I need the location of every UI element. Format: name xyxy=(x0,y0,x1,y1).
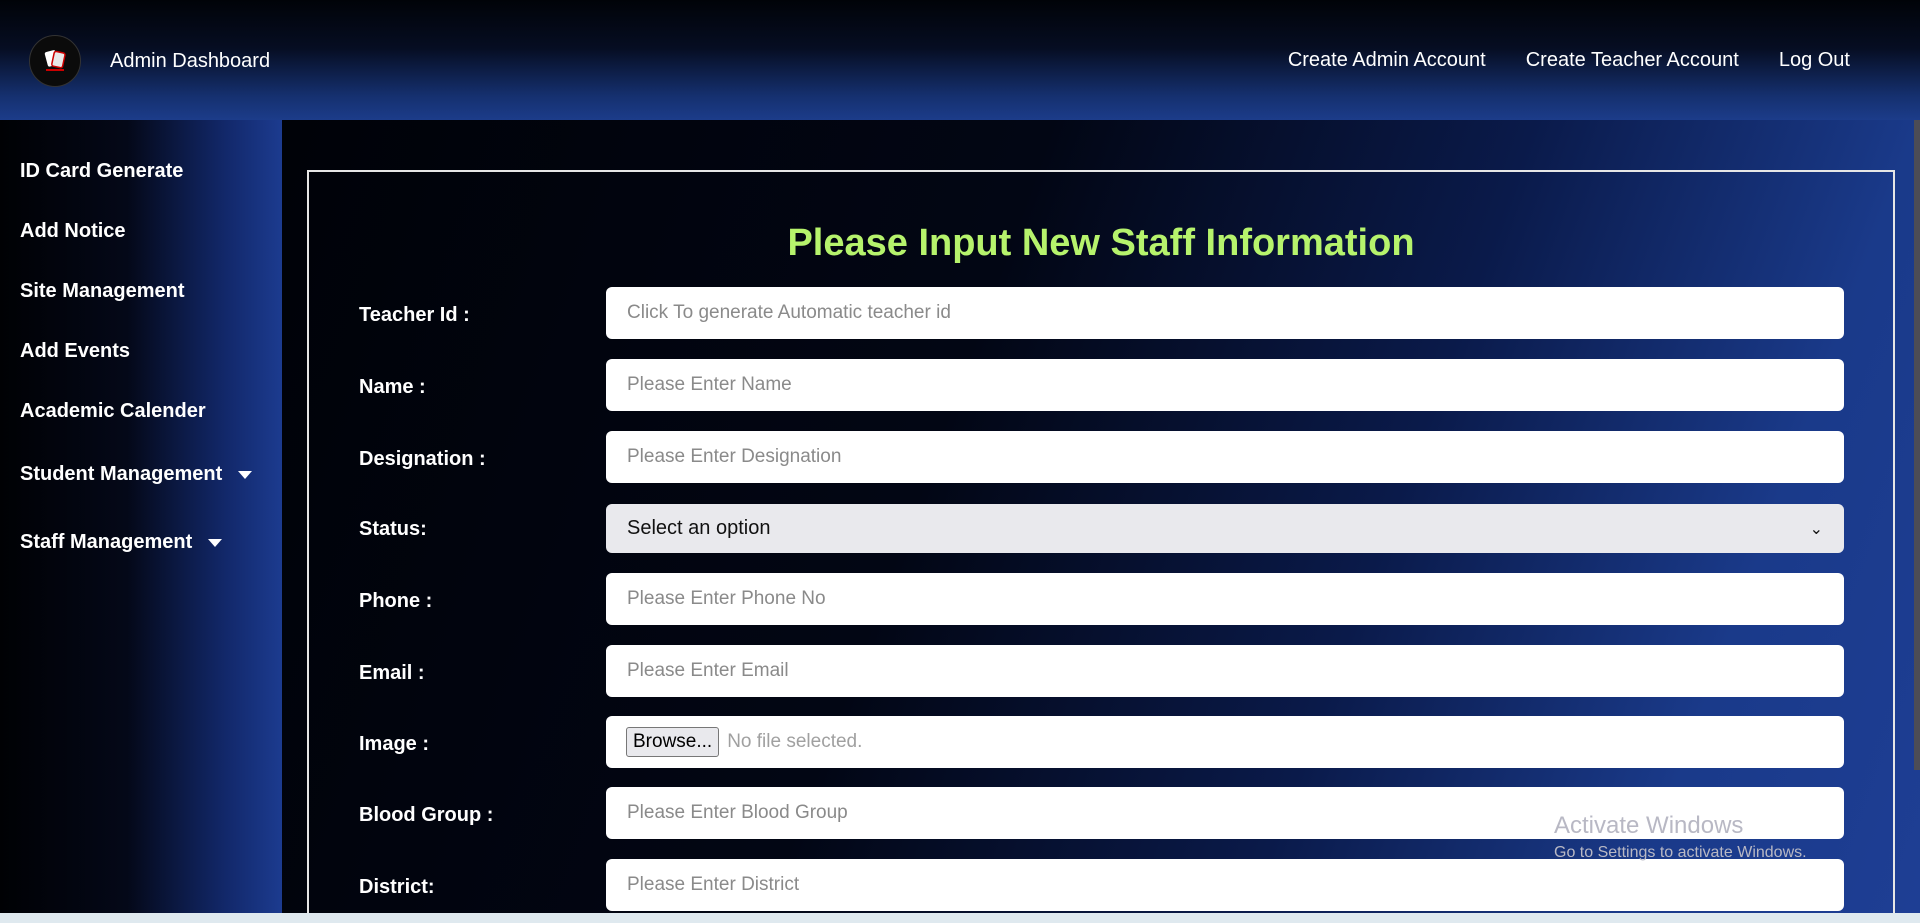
activate-windows-watermark: Activate Windows Go to Settings to activ… xyxy=(1554,812,1807,862)
email-label: Email : xyxy=(359,662,425,684)
caret-down-icon xyxy=(208,538,223,547)
designation-label: Designation : xyxy=(359,448,486,470)
name-input[interactable] xyxy=(606,359,1844,411)
teacher-id-label: Teacher Id : xyxy=(359,304,470,326)
designation-input[interactable] xyxy=(606,431,1844,483)
phone-label: Phone : xyxy=(359,590,433,612)
sidebar-item-add-notice[interactable]: Add Notice xyxy=(20,220,126,243)
browse-button[interactable]: Browse... xyxy=(626,727,720,757)
chevron-down-icon: ⌄ xyxy=(1809,520,1823,538)
sidebar-item-site-management[interactable]: Site Management xyxy=(20,280,184,303)
caret-down-icon xyxy=(238,470,253,479)
sidebar-item-id-card-generate[interactable]: ID Card Generate xyxy=(20,160,183,183)
sidebar-item-academic-calender[interactable]: Academic Calender xyxy=(20,400,206,423)
district-input[interactable] xyxy=(606,859,1844,911)
phone-input[interactable] xyxy=(606,573,1844,625)
sidebar-item-label: Academic Calender xyxy=(20,400,206,422)
top-nav: Create Admin Account Create Teacher Acco… xyxy=(1288,49,1850,72)
logo-icon xyxy=(44,50,66,71)
district-label: District: xyxy=(359,876,435,898)
sidebar-item-add-events[interactable]: Add Events xyxy=(20,340,130,363)
watermark-line-2: Go to Settings to activate Windows. xyxy=(1554,844,1807,861)
watermark-line-1: Activate Windows xyxy=(1554,812,1744,839)
sidebar-item-label: Add Events xyxy=(20,340,131,362)
status-select[interactable]: Select an option ⌄ xyxy=(606,504,1844,553)
scrollbar[interactable] xyxy=(1914,120,1920,770)
sidebar-item-label: Staff Management xyxy=(20,531,193,553)
status-label: Status: xyxy=(359,518,427,540)
sidebar-item-label: ID Card Generate xyxy=(20,160,184,182)
brand-title[interactable]: Admin Dashboard xyxy=(110,50,270,73)
teacher-id-input[interactable] xyxy=(606,287,1844,339)
sidebar-item-student-management[interactable]: Student Management xyxy=(20,463,253,486)
name-label: Name : xyxy=(359,376,426,398)
image-label: Image : xyxy=(359,733,430,755)
blood-group-label: Blood Group : xyxy=(359,804,494,826)
sidebar-item-label: Student Management xyxy=(20,463,223,485)
create-admin-account-link[interactable]: Create Admin Account xyxy=(1288,49,1486,72)
sidebar-item-staff-management[interactable]: Staff Management xyxy=(20,531,223,554)
email-input[interactable] xyxy=(606,645,1844,697)
bottom-strip xyxy=(0,913,1920,923)
file-status-text: No file selected. xyxy=(727,731,863,752)
sidebar: ID Card Generate Add Notice Site Managem… xyxy=(0,120,282,913)
image-file-input[interactable]: Browse... No file selected. xyxy=(606,716,1844,768)
form-title: Please Input New Staff Information xyxy=(787,222,1415,264)
sidebar-item-label: Add Notice xyxy=(20,220,126,242)
logo[interactable] xyxy=(29,35,81,87)
create-teacher-account-link[interactable]: Create Teacher Account xyxy=(1526,49,1739,72)
top-header: Admin Dashboard Create Admin Account Cre… xyxy=(0,0,1920,120)
status-selected-value: Select an option xyxy=(627,517,771,539)
sidebar-item-label: Site Management xyxy=(20,280,185,302)
log-out-link[interactable]: Log Out xyxy=(1779,49,1850,72)
